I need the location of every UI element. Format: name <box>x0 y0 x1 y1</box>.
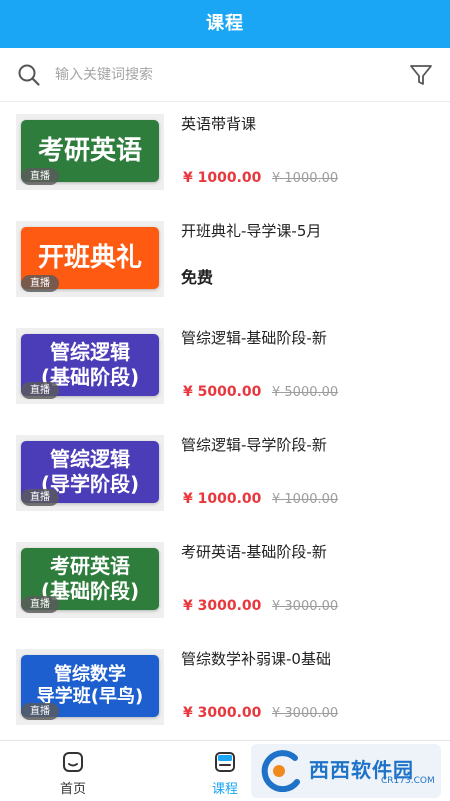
course-title: 英语带背课 <box>181 115 257 133</box>
course-title: 开班典礼-导学课-5月 <box>181 222 322 240</box>
course-thumbnail: 考研英语 (基础阶段) 直播 <box>16 542 164 618</box>
search-bar <box>0 48 450 102</box>
course-free-label: 免费 <box>181 268 214 287</box>
page-title: 课程 <box>0 0 450 48</box>
tab-home[interactable]: 首页 <box>38 741 108 801</box>
course-original-price: ¥ 3000.00 <box>272 706 339 721</box>
course-original-price: ¥ 1000.00 <box>272 492 339 507</box>
home-icon <box>63 752 83 772</box>
course-original-price: ¥ 3000.00 <box>272 599 339 614</box>
course-thumbnail: 管综数学 导学班(早鸟) 直播 <box>16 649 164 725</box>
course-price: ¥ 5000.00 <box>183 384 262 400</box>
watermark-url: CR173.COM <box>381 776 435 786</box>
course-price: ¥ 3000.00 <box>183 598 262 614</box>
course-title: 管综逻辑-导学阶段-新 <box>181 436 327 454</box>
banner-line-1: 管综逻辑 <box>50 340 130 364</box>
live-badge: 直播 <box>21 489 59 506</box>
watermark: 西西软件园 CR173.COM <box>251 744 441 798</box>
course-title: 管综逻辑-基础阶段-新 <box>181 329 327 347</box>
course-title: 管综数学补弱课-0基础 <box>181 650 331 668</box>
tab-label: 课程 <box>211 782 238 797</box>
search-icon[interactable] <box>17 63 41 87</box>
course-title: 考研英语-基础阶段-新 <box>181 543 327 561</box>
course-original-price: ¥ 1000.00 <box>272 171 339 186</box>
banner-line-1: 管综逻辑 <box>50 447 130 471</box>
course-original-price: ¥ 5000.00 <box>272 385 339 400</box>
banner-line-1: 考研英语 <box>50 554 130 578</box>
search-input[interactable] <box>55 62 385 88</box>
banner-line-1: 管综数学 <box>53 663 126 685</box>
live-badge: 直播 <box>21 168 59 185</box>
course-thumbnail: 开班典礼 直播 <box>16 221 164 297</box>
course-thumbnail: 管综逻辑 (基础阶段) 直播 <box>16 328 164 404</box>
course-item[interactable]: 管综逻辑 (基础阶段) 直播 管综逻辑-基础阶段-新 ¥ 5000.00 ¥ 5… <box>0 317 450 424</box>
course-thumbnail: 管综逻辑 (导学阶段) 直播 <box>16 435 164 511</box>
live-badge: 直播 <box>21 275 59 292</box>
course-icon <box>215 752 235 772</box>
tab-label: 首页 <box>59 782 86 797</box>
banner-line-1: 开班典礼 <box>37 242 142 273</box>
course-item[interactable]: 考研英语 直播 英语带背课 ¥ 1000.00 ¥ 1000.00 <box>0 103 450 210</box>
live-badge: 直播 <box>21 596 59 613</box>
course-item[interactable]: 开班典礼 直播 开班典礼-导学课-5月 免费 <box>0 210 450 317</box>
course-price: ¥ 1000.00 <box>183 491 262 507</box>
course-item[interactable]: 管综数学 导学班(早鸟) 直播 管综数学补弱课-0基础 ¥ 3000.00 ¥ … <box>0 638 450 739</box>
live-badge: 直播 <box>21 703 59 720</box>
watermark-logo-icon <box>261 750 300 792</box>
live-badge: 直播 <box>21 382 59 399</box>
course-price: ¥ 3000.00 <box>183 705 262 721</box>
course-item[interactable]: 考研英语 (基础阶段) 直播 考研英语-基础阶段-新 ¥ 3000.00 ¥ 3… <box>0 531 450 638</box>
filter-icon[interactable] <box>408 62 434 88</box>
course-list: 考研英语 直播 英语带背课 ¥ 1000.00 ¥ 1000.00 开班典礼 直… <box>0 103 450 739</box>
tab-course[interactable]: 课程 <box>190 741 260 801</box>
banner-line-1: 考研英语 <box>37 135 142 166</box>
course-price: ¥ 1000.00 <box>183 170 262 186</box>
course-thumbnail: 考研英语 直播 <box>16 114 164 190</box>
course-item[interactable]: 管综逻辑 (导学阶段) 直播 管综逻辑-导学阶段-新 ¥ 1000.00 ¥ 1… <box>0 424 450 531</box>
